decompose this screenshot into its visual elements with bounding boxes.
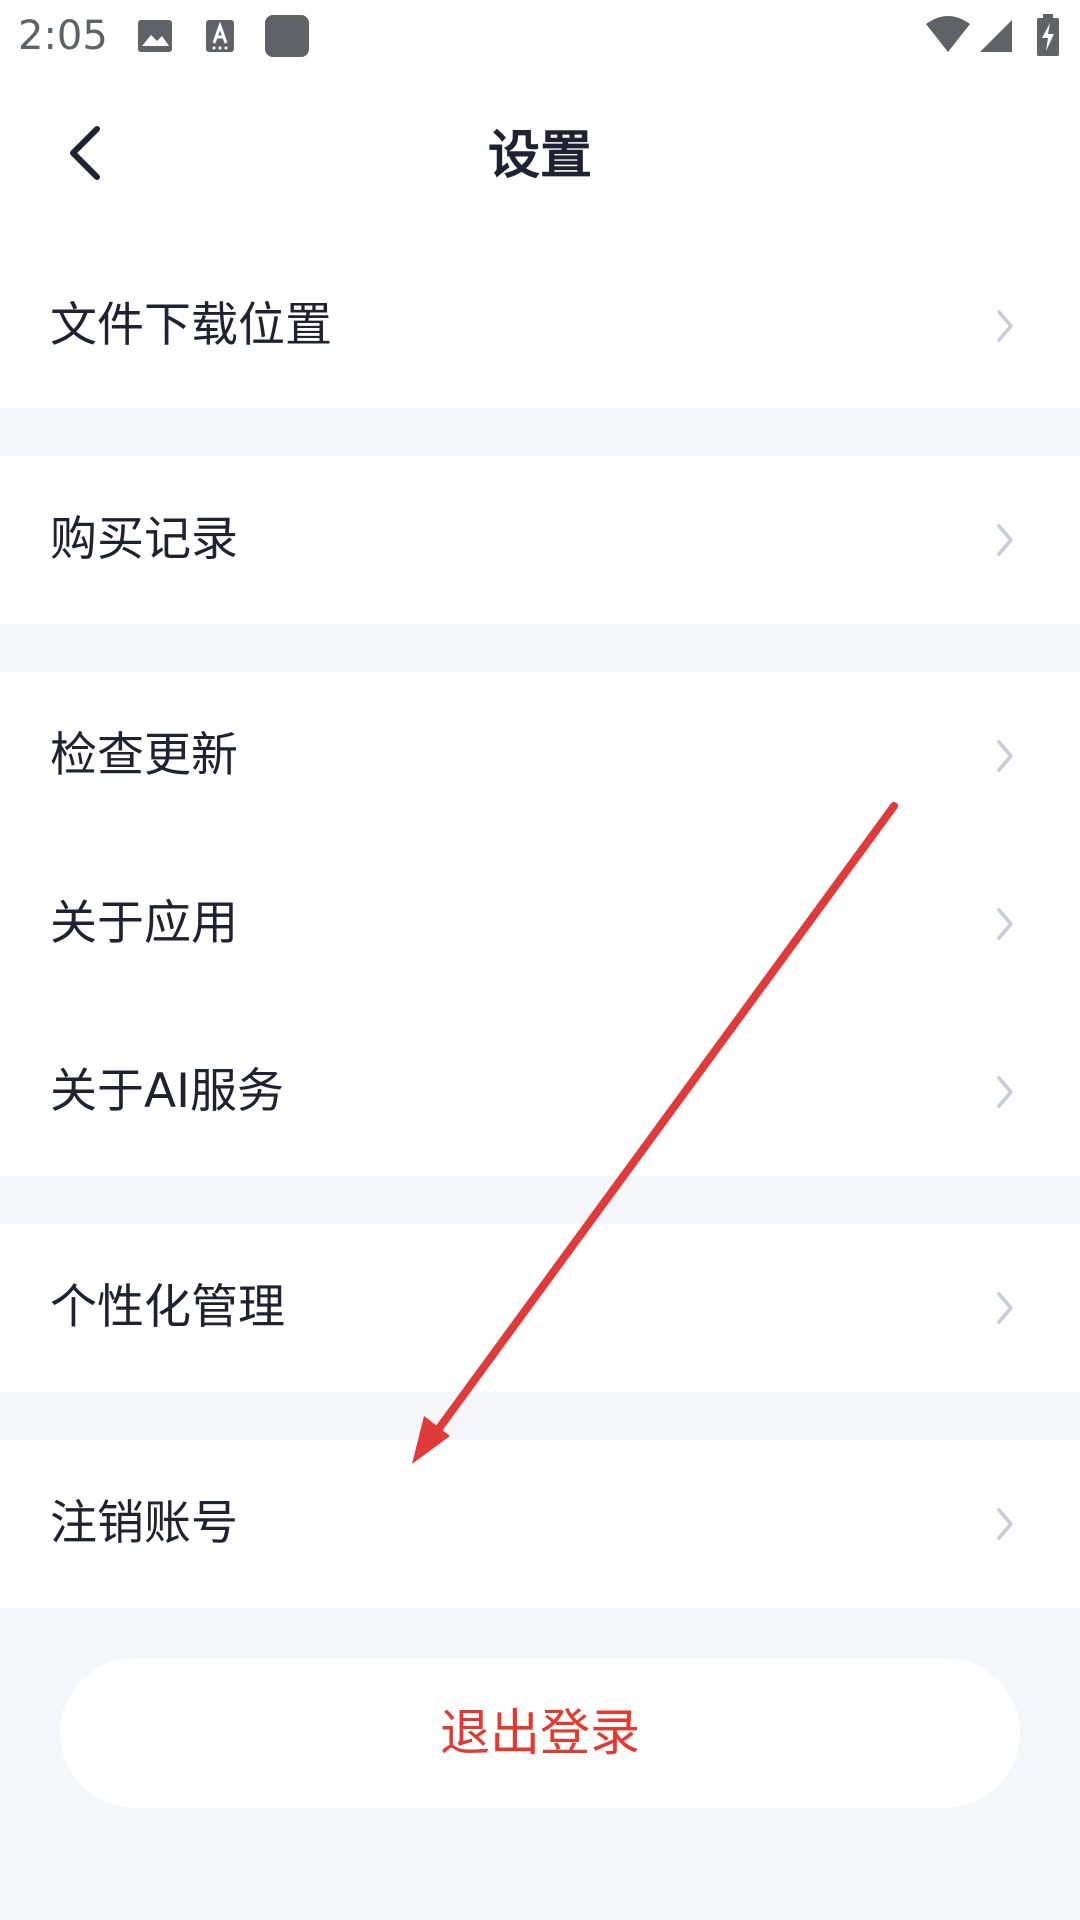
chevron-right-icon bbox=[997, 740, 1013, 772]
keyboard-icon bbox=[206, 20, 234, 52]
settings-item-check-updates[interactable]: 检查更新 bbox=[0, 672, 1080, 840]
settings-group: 购买记录 bbox=[0, 456, 1080, 624]
chevron-right-icon bbox=[997, 908, 1013, 940]
app-icon bbox=[265, 15, 309, 57]
chevron-right-icon bbox=[997, 1508, 1013, 1540]
chevron-right-icon bbox=[997, 310, 1013, 342]
status-bar: 2:05 bbox=[0, 0, 1080, 74]
chevron-right-icon bbox=[997, 1076, 1013, 1108]
settings-item-purchase-records[interactable]: 购买记录 bbox=[0, 456, 1080, 624]
settings-item-about-ai-service[interactable]: 关于AI服务 bbox=[0, 1008, 1080, 1176]
settings-item-label: 文件下载位置 bbox=[50, 298, 332, 353]
settings-item-label: 关于AI服务 bbox=[50, 1064, 285, 1119]
settings-group: 个性化管理 bbox=[0, 1224, 1080, 1392]
header: 设置 bbox=[0, 74, 1080, 244]
settings-group: 文件下载位置 bbox=[0, 244, 1080, 408]
status-time: 2:05 bbox=[18, 13, 108, 59]
chevron-right-icon bbox=[997, 1292, 1013, 1324]
wifi-icon bbox=[926, 16, 970, 52]
logout-button[interactable]: 退出登录 bbox=[60, 1658, 1020, 1808]
settings-item-label: 检查更新 bbox=[50, 728, 238, 783]
settings-group: 检查更新 关于应用 关于AI服务 bbox=[0, 672, 1080, 1176]
battery-charging-icon bbox=[1037, 14, 1059, 56]
settings-group: 注销账号 bbox=[0, 1440, 1080, 1608]
chevron-right-icon bbox=[997, 524, 1013, 556]
logout-label: 退出登录 bbox=[440, 1704, 640, 1762]
settings-item-label: 个性化管理 bbox=[50, 1280, 285, 1335]
settings-item-label: 购买记录 bbox=[50, 512, 238, 567]
settings-item-file-download-location[interactable]: 文件下载位置 bbox=[0, 244, 1080, 408]
settings-item-label: 关于应用 bbox=[50, 896, 238, 951]
settings-item-personalization[interactable]: 个性化管理 bbox=[0, 1224, 1080, 1392]
image-icon bbox=[138, 20, 172, 52]
settings-item-delete-account[interactable]: 注销账号 bbox=[0, 1440, 1080, 1608]
signal-icon bbox=[980, 20, 1012, 52]
page-title: 设置 bbox=[487, 126, 592, 186]
settings-item-about-app[interactable]: 关于应用 bbox=[0, 840, 1080, 1008]
settings-item-label: 注销账号 bbox=[50, 1496, 238, 1551]
